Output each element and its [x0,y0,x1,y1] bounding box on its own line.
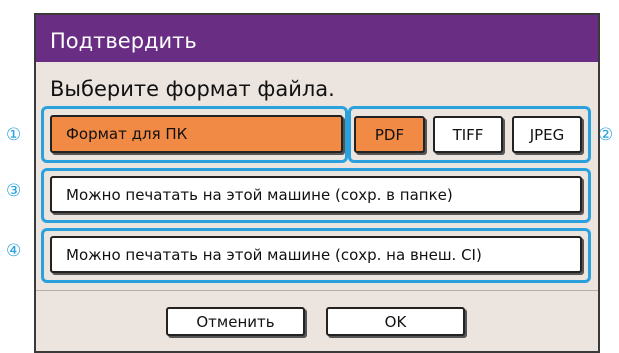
dialog-prompt: Выберите формат файла. [50,77,335,101]
callout-number-3: ③ [6,181,22,201]
footer-divider [36,290,598,291]
format-tiff-label: TIFF [452,125,484,144]
format-jpeg-button[interactable]: JPEG [512,116,582,153]
option-save-external-label: Можно печатать на этой машине (сохр. на … [66,245,482,264]
callout-number-1: ① [6,125,22,145]
cancel-label: Отменить [196,312,275,331]
option-save-folder-button[interactable]: Можно печатать на этой машине (сохр. в п… [50,176,582,213]
callout-number-2: ② [598,125,614,145]
option-save-external-button[interactable]: Можно печатать на этой машине (сохр. на … [50,236,582,273]
callout-number-4: ④ [6,241,22,261]
format-pdf-label: PDF [374,125,405,144]
format-pdf-button[interactable]: PDF [354,116,425,153]
pc-format-button[interactable]: Формат для ПК [50,115,343,153]
ok-label: OK [384,312,407,331]
dialog-title: Подтвердить [36,15,598,62]
pc-format-label: Формат для ПК [66,125,188,143]
option-save-folder-label: Можно печатать на этой машине (сохр. в п… [66,185,453,204]
format-tiff-button[interactable]: TIFF [433,116,503,153]
ok-button[interactable]: OK [326,307,465,336]
cancel-button[interactable]: Отменить [166,307,305,336]
confirm-dialog: Подтвердить Выберите формат файла. Форма… [34,13,600,353]
format-jpeg-label: JPEG [529,125,565,144]
